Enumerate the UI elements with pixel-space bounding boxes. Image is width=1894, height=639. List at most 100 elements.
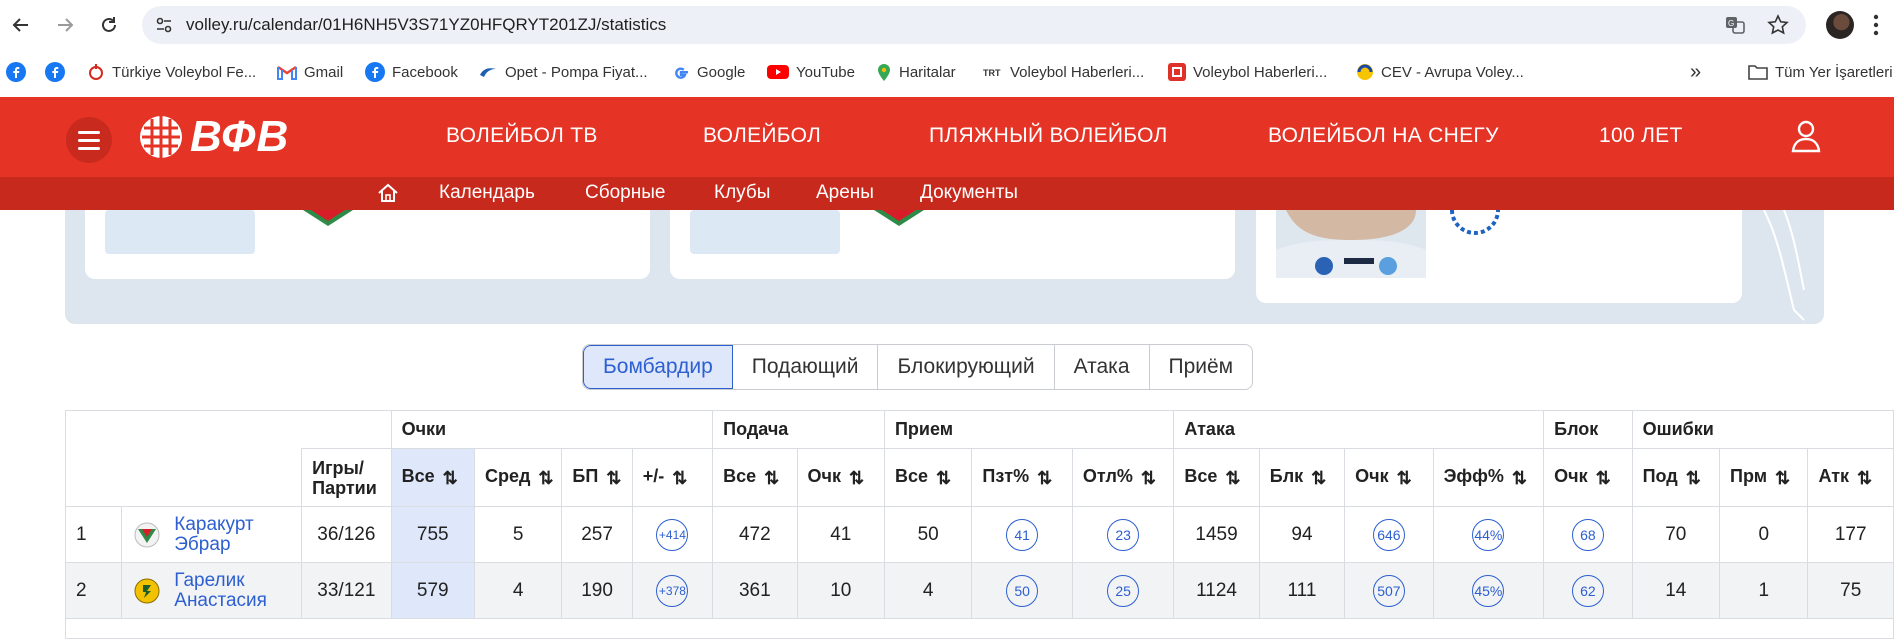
player-name-link[interactable]: Гарелик Анастасия: [174, 570, 301, 611]
player-cell[interactable]: Гарелик Анастасия: [121, 562, 303, 619]
sort-arrows-icon[interactable]: ⇅: [1857, 468, 1872, 489]
bookmark-facebook-2[interactable]: [45, 61, 65, 83]
sort-arrows-icon[interactable]: ⇅: [443, 468, 458, 489]
col-block-points[interactable]: Очк ⇅: [1543, 448, 1633, 507]
bookmark-gmail[interactable]: Gmail: [277, 61, 343, 83]
bookmark-trt-news[interactable]: TRT Voleybol Haberleri...: [983, 61, 1144, 83]
col-attack-efficiency[interactable]: Эфф% ⇅: [1432, 448, 1545, 507]
stat-badge[interactable]: 41: [1006, 518, 1039, 551]
nav-100-years[interactable]: 100 ЛЕТ: [1599, 124, 1683, 148]
leader-card[interactable]: [85, 210, 650, 279]
col-points-plus-minus[interactable]: +/- ⇅: [631, 448, 714, 507]
hamburger-menu-button[interactable]: [66, 117, 112, 163]
group-serve: Подача: [712, 410, 885, 449]
nav-beach-volleyball[interactable]: ПЛЯЖНЫЙ ВОЛЕЙБОЛ: [929, 124, 1168, 148]
stat-badge[interactable]: +378: [656, 574, 689, 607]
bookmark-tvf[interactable]: Türkiye Voleybol Fe...: [87, 61, 256, 83]
sort-arrows-icon[interactable]: ⇅: [1141, 468, 1156, 489]
bookmark-facebook-1[interactable]: [6, 61, 26, 83]
sort-arrows-icon[interactable]: ⇅: [672, 468, 687, 489]
col-reception-excellent[interactable]: Отл% ⇅: [1071, 448, 1175, 507]
tab-scorer[interactable]: Бомбардир: [583, 345, 733, 389]
col-points-all[interactable]: Все ⇅: [390, 448, 475, 507]
translate-icon[interactable]: G: [1724, 14, 1746, 36]
col-errors-reception[interactable]: Прм ⇅: [1719, 448, 1809, 507]
bookmark-youtube[interactable]: YouTube: [767, 61, 855, 83]
sort-arrows-icon[interactable]: ⇅: [1037, 468, 1052, 489]
bookmark-opet[interactable]: Opet - Pompa Fiyat...: [478, 61, 648, 83]
sort-arrows-icon[interactable]: ⇅: [1596, 468, 1611, 489]
tab-reception[interactable]: Приём: [1150, 345, 1253, 389]
more-menu-icon[interactable]: [1872, 12, 1880, 38]
nav-volleyball-tv[interactable]: ВОЛЕЙБОЛ ТВ: [446, 124, 598, 148]
sort-arrows-icon[interactable]: ⇅: [1686, 468, 1701, 489]
subnav-clubs[interactable]: Клубы: [714, 182, 770, 204]
leader-card[interactable]: [670, 210, 1235, 279]
subnav-national-teams[interactable]: Сборные: [585, 182, 665, 204]
col-errors-attack[interactable]: Атк ⇅: [1807, 448, 1894, 507]
stat-badge[interactable]: 68: [1571, 518, 1604, 551]
attack-points-cell: 507: [1344, 562, 1434, 619]
player-name-link[interactable]: Каракурт Эбрар: [174, 514, 301, 555]
sort-arrows-icon[interactable]: ⇅: [606, 468, 621, 489]
stat-badge[interactable]: 646: [1372, 518, 1405, 551]
col-label: Очк: [807, 466, 842, 486]
stat-badge[interactable]: 23: [1107, 518, 1140, 551]
col-points-avg[interactable]: Сред ⇅: [473, 448, 563, 507]
back-button[interactable]: [6, 10, 36, 40]
col-serve-points[interactable]: Очк ⇅: [796, 448, 885, 507]
col-points-bp[interactable]: БП ⇅: [561, 448, 633, 507]
bookmark-volleyball-news[interactable]: Voleybol Haberleri...: [1168, 61, 1327, 83]
profile-avatar[interactable]: [1826, 11, 1854, 39]
col-reception-positive[interactable]: Пзт% ⇅: [971, 448, 1073, 507]
tab-attack[interactable]: Атака: [1055, 345, 1150, 389]
nav-volleyball[interactable]: ВОЛЕЙБОЛ: [703, 124, 821, 148]
stat-badge[interactable]: 45%: [1472, 574, 1505, 607]
bookmarks-overflow-button[interactable]: »: [1690, 61, 1701, 83]
sort-arrows-icon[interactable]: ⇅: [1512, 468, 1527, 489]
url-text[interactable]: volley.ru/calendar/01H6NH5V3S71YZ0HFQRYT…: [186, 15, 666, 35]
stat-badge[interactable]: 62: [1571, 574, 1604, 607]
stat-badge[interactable]: 507: [1372, 574, 1405, 607]
col-serve-all[interactable]: Все ⇅: [712, 448, 798, 507]
nav-snow-volleyball[interactable]: ВОЛЕЙБОЛ НА СНЕГУ: [1268, 124, 1499, 148]
col-reception-all[interactable]: Все ⇅: [883, 448, 973, 507]
bookmark-google[interactable]: Google: [672, 61, 745, 83]
sort-arrows-icon[interactable]: ⇅: [1311, 468, 1326, 489]
sort-arrows-icon[interactable]: ⇅: [936, 468, 951, 489]
sort-arrows-icon[interactable]: ⇅: [1775, 468, 1790, 489]
subnav-calendar[interactable]: Календарь: [439, 182, 535, 204]
site-settings-icon[interactable]: [154, 15, 174, 35]
forward-button[interactable]: [50, 10, 80, 40]
sort-arrows-icon[interactable]: ⇅: [764, 468, 779, 489]
stat-badge[interactable]: 44%: [1472, 518, 1505, 551]
stat-badge[interactable]: 50: [1006, 574, 1039, 607]
bookmark-maps[interactable]: Haritalar: [876, 61, 956, 83]
leader-card[interactable]: [1256, 210, 1742, 303]
subnav-arenas[interactable]: Арены: [816, 182, 874, 204]
stat-badge[interactable]: 25: [1107, 574, 1140, 607]
site-logo[interactable]: ВФВ: [138, 112, 289, 161]
user-icon[interactable]: [1790, 119, 1822, 153]
sort-arrows-icon[interactable]: ⇅: [1225, 468, 1240, 489]
col-errors-serve[interactable]: Под ⇅: [1631, 448, 1721, 507]
tab-blocker[interactable]: Блокирующий: [878, 345, 1055, 389]
subnav-documents[interactable]: Документы: [920, 182, 1018, 204]
star-icon[interactable]: [1767, 14, 1789, 36]
sort-arrows-icon[interactable]: ⇅: [849, 468, 864, 489]
home-icon[interactable]: [377, 183, 399, 203]
sort-arrows-icon[interactable]: ⇅: [1397, 468, 1412, 489]
all-bookmarks-folder[interactable]: Tüm Yer İşaretleri: [1748, 61, 1893, 83]
tab-server[interactable]: Подающий: [733, 345, 879, 389]
bookmark-cev[interactable]: CEV - Avrupa Voley...: [1356, 61, 1524, 83]
col-attack-points[interactable]: Очк ⇅: [1344, 448, 1434, 507]
bookmark-facebook-3[interactable]: Facebook: [365, 61, 458, 83]
col-attack-all[interactable]: Все ⇅: [1173, 448, 1260, 507]
sort-arrows-icon[interactable]: ⇅: [538, 468, 553, 489]
col-attack-blocked[interactable]: Блк ⇅: [1258, 448, 1346, 507]
player-cell[interactable]: Каракурт Эбрар: [121, 506, 303, 563]
address-bar[interactable]: volley.ru/calendar/01H6NH5V3S71YZ0HFQRYT…: [142, 6, 1806, 44]
group-reception: Прием: [883, 410, 1175, 449]
reload-button[interactable]: [94, 10, 124, 40]
stat-badge[interactable]: +414: [656, 518, 689, 551]
